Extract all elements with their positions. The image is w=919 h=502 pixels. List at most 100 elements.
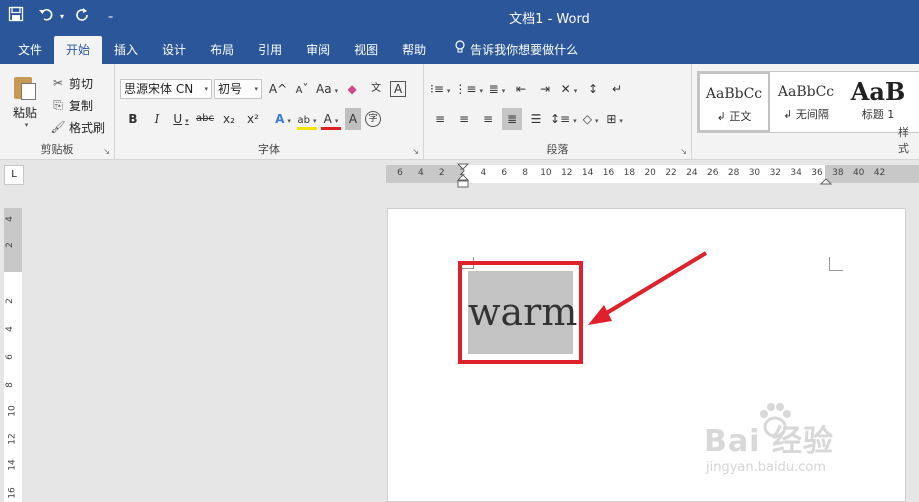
ruler-tick: 4	[480, 168, 487, 178]
chinese-layout-button[interactable]: ✕ ▾	[559, 78, 579, 100]
shrink-font-icon: A	[295, 85, 303, 96]
style-no-spacing[interactable]: AaBbCc ↲ 无间隔	[770, 72, 842, 132]
grow-font-button[interactable]: A^	[268, 78, 288, 100]
paste-dropdown-icon[interactable]: ▾	[11, 121, 42, 129]
tell-me-box[interactable]: 告诉我你想要做什么	[438, 36, 578, 64]
tab-help[interactable]: 帮助	[390, 36, 438, 64]
right-indent-icon[interactable]	[820, 174, 832, 186]
font-color-button[interactable]: A ▾	[321, 108, 341, 130]
paste-button[interactable]: 粘贴 ▾	[8, 74, 42, 129]
ruler-tick: 8	[522, 168, 528, 178]
ruler-tick: 2	[438, 168, 445, 178]
tab-design[interactable]: 设计	[150, 36, 198, 64]
style-normal[interactable]: AaBbCc ↲ 正文	[698, 72, 770, 132]
clipboard-launcher-icon[interactable]: ↘	[103, 147, 110, 156]
enclose-characters-button[interactable]: 字	[365, 111, 381, 127]
ruler-tick: 14	[7, 459, 18, 471]
increase-indent-button[interactable]: ⇥	[535, 78, 555, 100]
grow-font-icon: A	[268, 82, 278, 96]
italic-button[interactable]: I	[147, 108, 167, 130]
show-marks-button[interactable]: ↵	[607, 78, 627, 100]
character-shading-icon: A	[348, 112, 358, 126]
shading-button[interactable]: ◇ ▾	[581, 108, 601, 130]
numbering-button[interactable]: ⋮≡ ▾	[454, 78, 483, 100]
subscript-button[interactable]: x₂	[219, 108, 239, 130]
distributed-button[interactable]: ☰	[526, 108, 546, 130]
highlight-button[interactable]: ab ▾	[297, 108, 317, 130]
multilevel-list-button[interactable]: ≣ ▾	[487, 78, 507, 100]
font-size-select[interactable]: 初号 ▾	[214, 79, 262, 99]
tab-insert[interactable]: 插入	[102, 36, 150, 64]
line-spacing-button[interactable]: ↕≡ ▾	[550, 108, 577, 130]
clear-formatting-button[interactable]: ◆	[342, 78, 362, 100]
justify-icon: ≣	[506, 112, 518, 126]
tab-review[interactable]: 审阅	[294, 36, 342, 64]
font-group: 思源宋体 CN ▾ 初号 ▾ A^ Aˇ Aa ▾ ◆ 文 A B I U ▾ ab…	[115, 64, 424, 160]
indent-markers-icon[interactable]	[456, 163, 470, 189]
styles-gallery: AaBbCc ↲ 正文 AaBbCc ↲ 无间隔 AaB 标题 1	[697, 71, 919, 133]
change-case-button[interactable]: Aa ▾	[316, 78, 338, 100]
ruler-tick: 28	[727, 168, 740, 178]
bullets-button[interactable]: ⁝≡ ▾	[430, 78, 450, 100]
font-name-select[interactable]: 思源宋体 CN ▾	[120, 79, 212, 99]
align-center-button[interactable]: ≡	[454, 108, 474, 130]
ruler-tick: 10	[7, 405, 18, 417]
underline-button[interactable]: U ▾	[171, 108, 191, 130]
ribbon: 粘贴 ▾ ✂ 剪切 ⎘ 复制 🖌 格式刷 剪贴板 ↘ 思源宋体 CN ▾ 初号 …	[0, 64, 919, 160]
font-color-icon: A	[323, 112, 332, 126]
ribbon-tabs: 文件 开始 插入 设计 布局 引用 审阅 视图 帮助 告诉我你想要做什么	[0, 34, 919, 64]
tab-view[interactable]: 视图	[342, 36, 390, 64]
paragraph-group: ⁝≡ ▾ ⋮≡ ▾ ≣ ▾ ⇤ ⇥ ✕ ▾ ↕ ↵ ≡ ≡ ≡ ≣ ☰ ↕≡ ▾ ◇ ▾ ⊞…	[424, 64, 692, 160]
text-effects-button[interactable]: A ▾	[273, 108, 293, 130]
style-heading-1[interactable]: AaB 标题 1	[842, 72, 914, 132]
title-bar: ▾ ₌ 文档1 - Word	[0, 0, 919, 34]
tab-references[interactable]: 引用	[246, 36, 294, 64]
format-painter-icon: 🖌	[50, 120, 66, 134]
superscript-button[interactable]: x²	[243, 108, 263, 130]
align-right-button[interactable]: ≡	[478, 108, 498, 130]
ruler-tick: 16	[602, 168, 615, 178]
sort-icon: ↕	[587, 82, 598, 96]
ruler-tick: 24	[686, 168, 698, 178]
tab-file[interactable]: 文件	[6, 36, 54, 64]
line-spacing-icon: ↕≡	[550, 112, 571, 126]
character-border-button[interactable]: A	[390, 81, 407, 97]
paragraph-launcher-icon[interactable]: ↘	[680, 147, 687, 156]
justify-button[interactable]: ≣	[502, 108, 522, 130]
character-border-icon: A	[393, 82, 403, 96]
bold-button[interactable]: B	[123, 108, 143, 130]
borders-button[interactable]: ⊞ ▾	[605, 108, 625, 130]
bold-icon: B	[128, 112, 138, 126]
font-launcher-icon[interactable]: ↘	[412, 147, 419, 156]
copy-button[interactable]: ⎘ 复制	[50, 94, 105, 116]
sort-button[interactable]: ↕	[583, 78, 603, 100]
shrink-font-button[interactable]: Aˇ	[292, 78, 312, 100]
phonetic-guide-button[interactable]: 文	[366, 78, 386, 100]
style-name: 标题 1	[861, 108, 895, 121]
tab-selector[interactable]: L	[4, 165, 24, 185]
strikethrough-button[interactable]: abc	[195, 108, 215, 130]
ruler-tick: 14	[581, 168, 594, 178]
superscript-icon: x²	[247, 112, 259, 126]
cut-button[interactable]: ✂ 剪切	[50, 72, 105, 94]
align-left-button[interactable]: ≡	[430, 108, 450, 130]
distributed-icon: ☰	[530, 112, 542, 126]
vertical-ruler[interactable]: 4 2 2 4 6 8 10 12 14 16	[4, 208, 22, 502]
paragraph-group-label: 段落	[546, 143, 569, 156]
enclose-characters-icon: 字	[368, 114, 378, 124]
decrease-indent-button[interactable]: ⇤	[511, 78, 531, 100]
ruler-tick: 6	[501, 168, 508, 178]
tab-layout[interactable]: 布局	[198, 36, 246, 64]
ruler-tick: 40	[852, 168, 865, 178]
ruler-tick: 32	[769, 168, 782, 178]
paste-label: 粘贴	[12, 106, 37, 120]
chinese-layout-icon: ✕	[560, 82, 571, 96]
ruler-tick: 18	[623, 168, 636, 178]
increase-indent-icon: ⇥	[539, 82, 550, 96]
watermark-url: jingyan.baidu.com	[706, 460, 826, 475]
format-painter-button[interactable]: 🖌 格式刷	[50, 116, 105, 138]
tab-home[interactable]: 开始	[54, 36, 103, 64]
ruler-tick: 8	[4, 382, 15, 388]
character-shading-button[interactable]: A	[345, 108, 361, 130]
phonetic-guide-icon: 文	[371, 83, 382, 94]
